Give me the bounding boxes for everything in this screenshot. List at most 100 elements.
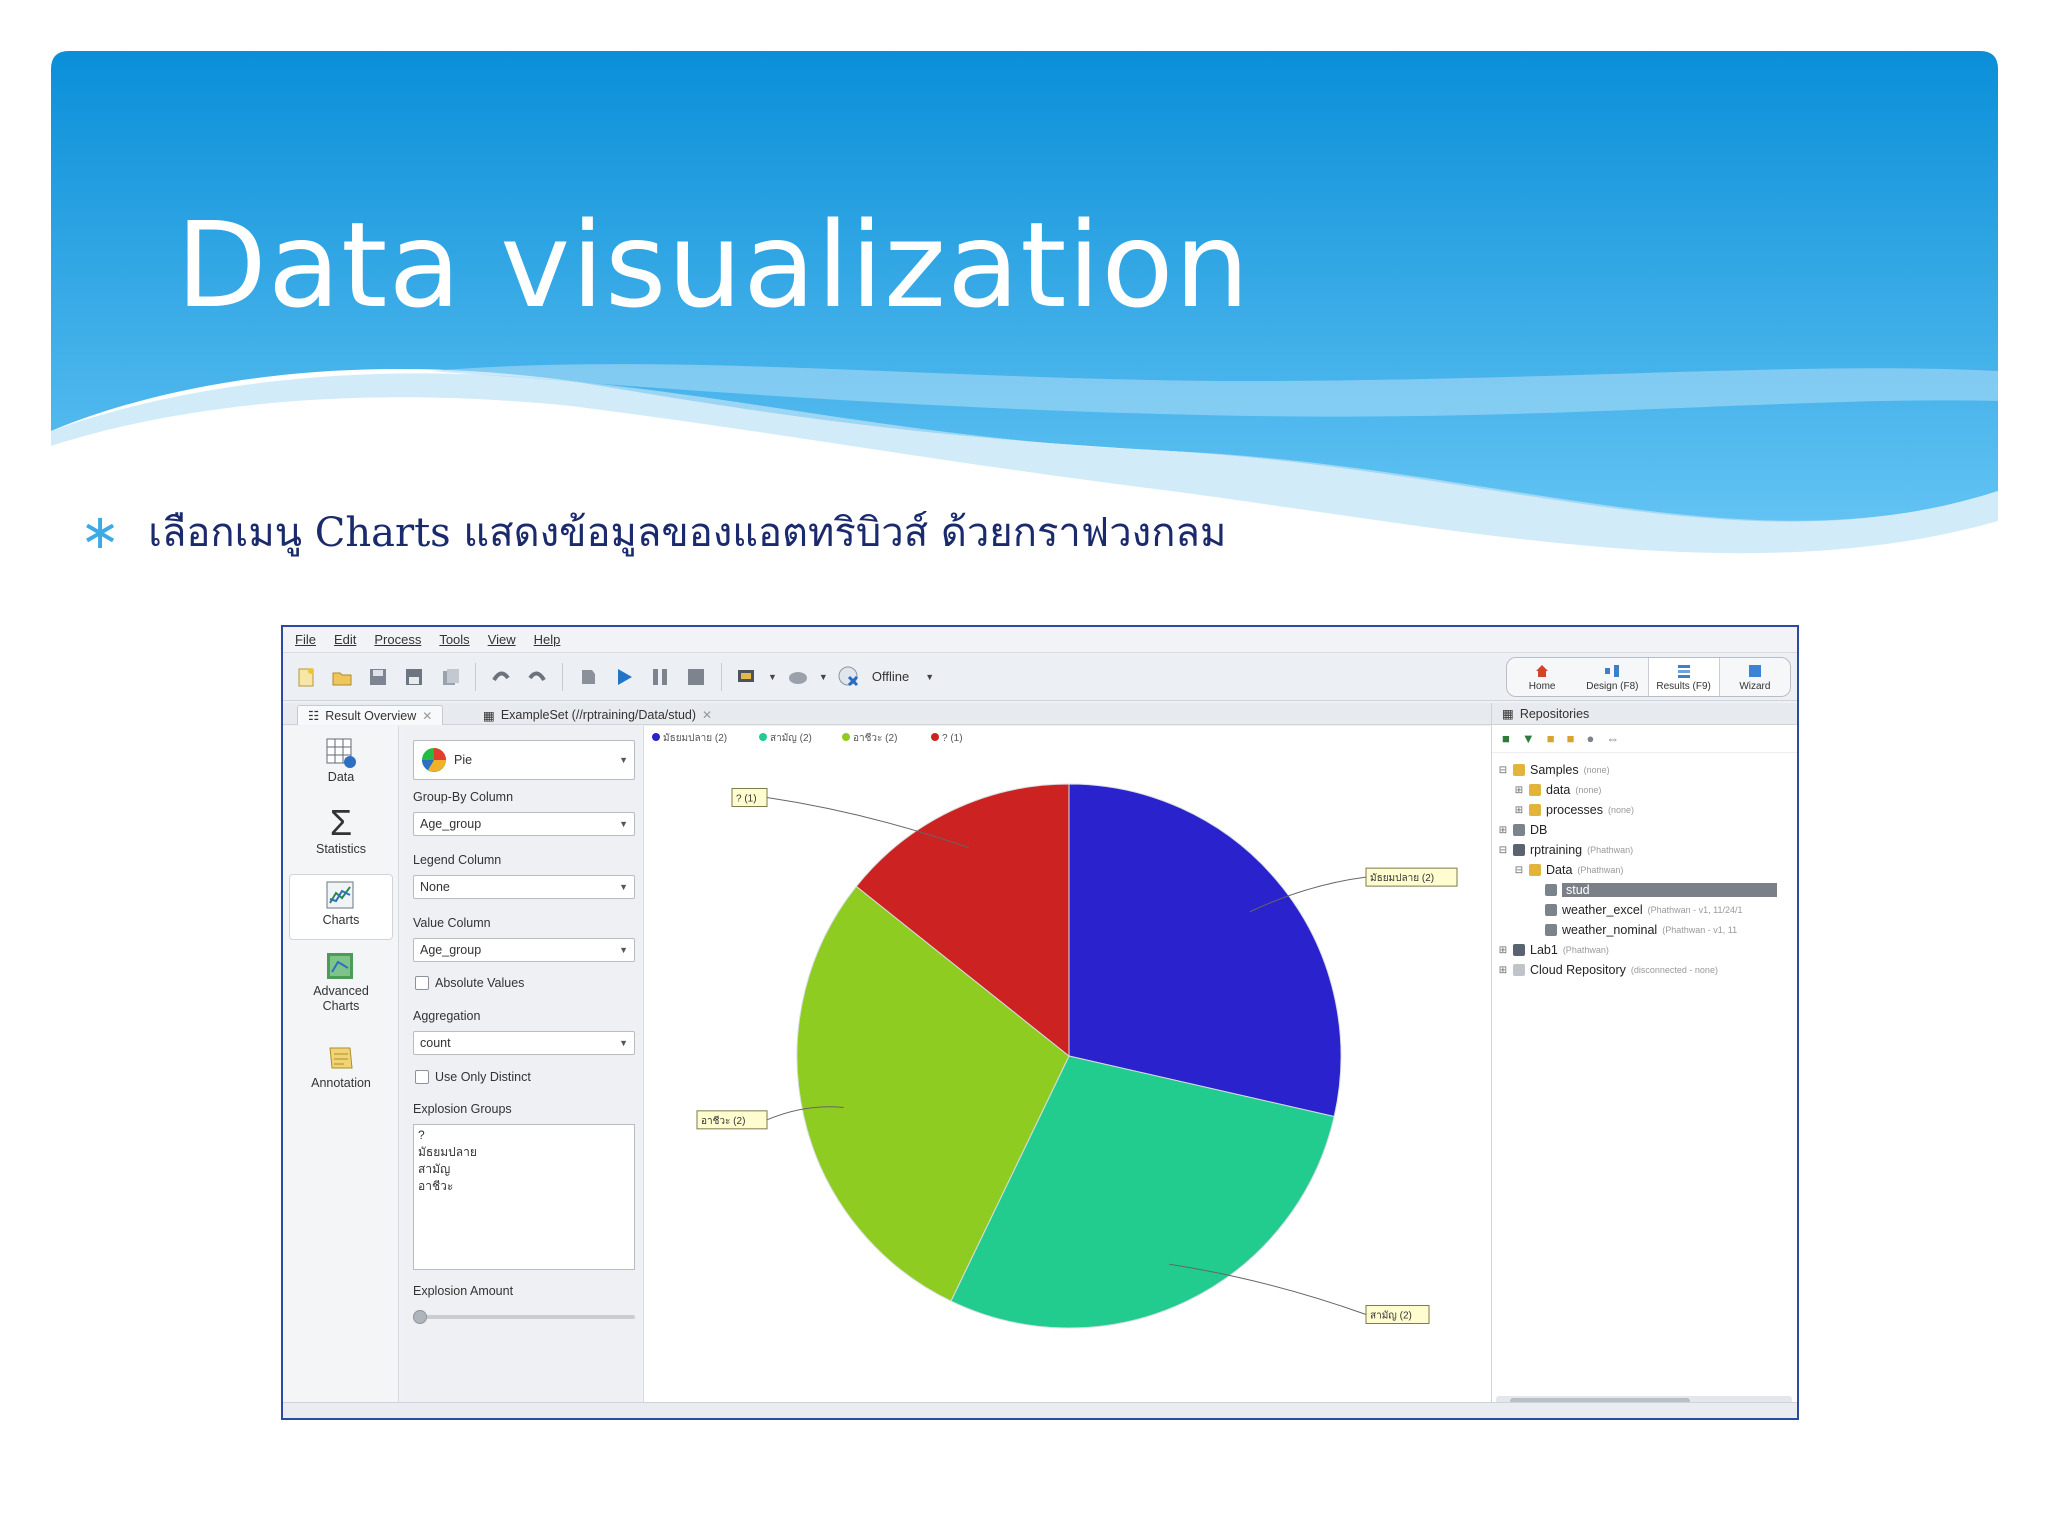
chart-icon [326,881,354,909]
legend-column-select[interactable]: None ▼ [413,875,635,899]
checkbox-box[interactable] [415,1070,429,1084]
explosion-groups-label: Explosion Groups [413,1102,512,1116]
perspective-results[interactable]: Results (F9) [1647,658,1720,696]
export-icon[interactable] [435,662,465,692]
chevron-down-icon: ▼ [619,1038,628,1048]
import-icon[interactable]: ■ [1502,731,1510,746]
tree-item[interactable]: stud [1530,881,1777,899]
menu-help[interactable]: Help [534,632,561,647]
perspective-home[interactable]: Home [1507,658,1577,696]
perspective-label: Results (F9) [1656,680,1711,692]
perspective-design[interactable]: Design (F8) [1577,658,1647,696]
menu-process[interactable]: Process [374,632,421,647]
aggregation-select[interactable]: count ▼ [413,1031,635,1055]
tree-item[interactable]: ⊞ DB [1498,821,1548,839]
nav-charts[interactable]: Charts [289,874,393,940]
refresh-icon[interactable]: ● [1586,731,1594,746]
explosion-amount-thumb[interactable] [413,1310,427,1324]
slice-label: สามัญ (2) [1370,1310,1412,1321]
tree-item[interactable]: ⊞ data (none) [1514,781,1602,799]
tree-item[interactable]: weather_excel (Phathwan - v1, 11/24/1 [1530,901,1743,919]
menu-tools[interactable]: Tools [439,632,469,647]
redo-icon[interactable] [522,662,552,692]
legend-marker [652,733,660,741]
tree-item[interactable]: ⊞ Lab1 (Phathwan) [1498,941,1609,959]
toolbar-separator [562,662,563,691]
pause-icon[interactable] [645,662,675,692]
expand-toggle-icon[interactable]: ⊞ [1514,805,1524,816]
new-process-icon[interactable] [291,662,321,692]
expand-toggle-icon[interactable]: ⊟ [1498,765,1508,776]
tree-item-label: rptraining [1530,843,1583,857]
resource-icon[interactable] [732,662,762,692]
list-item[interactable]: ? [418,1127,630,1144]
save-as-icon[interactable] [399,662,429,692]
tree-item[interactable]: ⊟ rptraining (Phathwan) [1498,841,1633,859]
data-table-icon [326,738,356,768]
tab-result-overview[interactable]: ☷ Result Overview ✕ [297,705,444,725]
value-column-select[interactable]: Age_group ▼ [413,938,635,962]
tree-item[interactable]: weather_nominal (Phathwan - v1, 11 [1530,921,1737,939]
offline-label[interactable]: Offline [872,669,909,684]
open-icon[interactable] [327,662,357,692]
close-icon[interactable]: ✕ [702,708,712,722]
nav-data[interactable]: Data [289,736,393,794]
save-icon[interactable] [363,662,393,692]
offline-icon[interactable] [834,662,864,692]
list-item[interactable]: อาชีวะ [418,1178,630,1195]
expand-toggle-icon[interactable]: ⊟ [1514,865,1524,876]
run-icon[interactable] [609,662,639,692]
checkbox-box[interactable] [415,976,429,990]
use-only-distinct-checkbox[interactable]: Use Only Distinct [415,1070,531,1084]
new-folder-icon[interactable]: ■ [1567,731,1575,746]
expand-toggle-icon[interactable]: ⊞ [1498,825,1508,836]
expand-toggle-icon[interactable]: ⊟ [1498,845,1508,856]
nav-statistics[interactable]: Σ Statistics [289,804,393,866]
group-by-select[interactable]: Age_group ▼ [413,812,635,836]
chart-type-select[interactable]: Pie ▼ [413,740,635,780]
menu-file[interactable]: File [295,632,316,647]
results-icon [1677,664,1690,678]
nav-advanced-charts[interactable]: Advanced Charts [289,950,393,1028]
chevron-down-icon[interactable]: ▼ [768,672,777,682]
close-icon[interactable]: ✕ [422,709,432,723]
explosion-amount-track[interactable] [413,1315,635,1319]
expand-toggle-icon[interactable]: ⊞ [1498,965,1508,976]
toolbar-separator [475,662,476,691]
repository-entry-icon [1545,904,1557,916]
explosion-groups-list[interactable]: ? มัธยมปลาย สามัญ อาชีวะ [413,1124,635,1270]
add-icon[interactable]: ▼ [1522,731,1535,746]
advanced-chart-icon [327,953,353,979]
menu-view[interactable]: View [488,632,516,647]
rapidminer-window: File Edit Process Tools View Help ▼ ▼ Of… [281,625,1799,1420]
repository-entry-icon [1529,804,1541,816]
list-item[interactable]: มัธยมปลาย [418,1144,630,1161]
tree-item-meta: (Phathwan) [1587,845,1634,855]
expand-toggle-icon[interactable]: ⊞ [1498,945,1508,956]
expand-toggle-icon[interactable]: ⊞ [1514,785,1524,796]
undo-icon[interactable] [486,662,516,692]
tree-item-label: weather_excel [1562,903,1643,917]
chevron-down-icon[interactable]: ▼ [925,672,934,682]
list-item[interactable]: สามัญ [418,1161,630,1178]
tree-item[interactable]: ⊞ Cloud Repository (disconnected - none) [1498,961,1718,979]
slice-label: อาชีวะ (2) [701,1115,745,1127]
sync-icon[interactable]: ⇔ [1606,731,1619,746]
tree-item[interactable]: ⊟ Data (Phathwan) [1514,861,1624,879]
chart-settings-panel: Pie ▼ Group-By Column Age_group ▼ Legend… [401,726,641,1416]
tree-item[interactable]: ⊞ processes (none) [1514,801,1634,819]
absolute-values-checkbox[interactable]: Absolute Values [415,976,524,990]
perspective-wizard[interactable]: Wizard [1720,658,1790,696]
tab-exampleset[interactable]: ▦ ExampleSet (//rptraining/Data/stud) ✕ [473,705,722,725]
result-overview-icon: ☷ [308,709,320,723]
folder-icon[interactable]: ■ [1547,731,1555,746]
value-column-label: Value Column [413,916,491,930]
chevron-down-icon[interactable]: ▼ [819,672,828,682]
cloud-icon[interactable] [783,662,813,692]
stop-all-icon[interactable] [573,662,603,692]
nav-annotation[interactable]: Annotation [289,1042,393,1104]
checkbox-label: Absolute Values [435,976,525,990]
menu-edit[interactable]: Edit [334,632,356,647]
stop-icon[interactable] [681,662,711,692]
tree-item[interactable]: ⊟ Samples (none) [1498,761,1610,779]
